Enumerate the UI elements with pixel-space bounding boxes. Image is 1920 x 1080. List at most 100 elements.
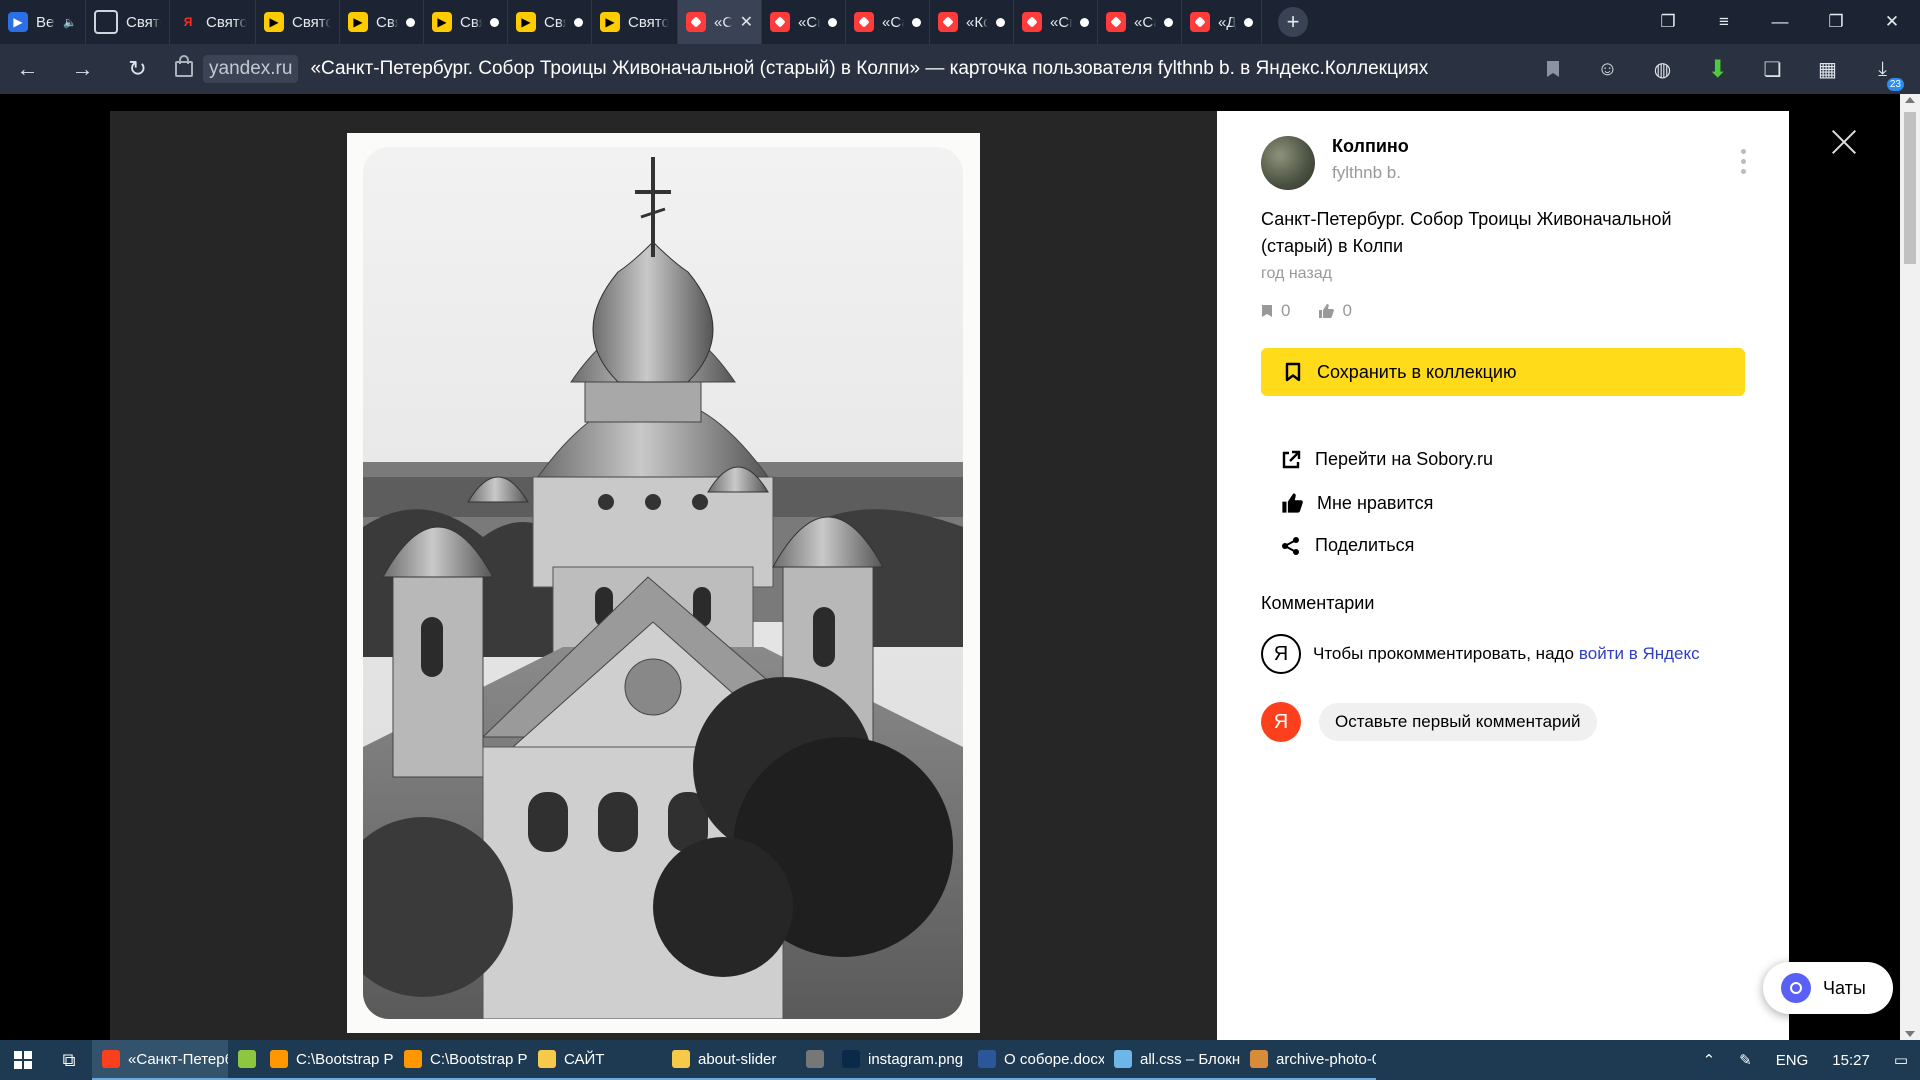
taskbar-app[interactable]: САЙТ xyxy=(528,1040,662,1080)
user-login[interactable]: fylthnb b. xyxy=(1332,163,1401,183)
scroll-up-icon[interactable] xyxy=(1905,97,1915,103)
downloads-badge: 23 xyxy=(1886,77,1904,91)
tab-title: «До xyxy=(1218,13,1236,31)
unread-dot-icon xyxy=(406,17,415,27)
browser-tab[interactable]: ▶ Вег 🔈 xyxy=(0,0,86,44)
taskbar-app[interactable]: C:\Bootstrap Proj... xyxy=(260,1040,394,1080)
collections-red-icon xyxy=(854,12,874,32)
back-button[interactable]: ← xyxy=(0,56,55,82)
bookmark-icon[interactable] xyxy=(1525,60,1580,78)
taskbar-app[interactable]: all.css – Блокнот xyxy=(1104,1040,1240,1080)
calendar-extension-icon[interactable]: ▦ xyxy=(1800,57,1855,82)
minimize-button[interactable]: — xyxy=(1752,12,1808,32)
lock-icon[interactable] xyxy=(175,55,193,77)
browser-tab[interactable]: «Св xyxy=(1014,0,1098,44)
close-tab-icon[interactable]: ✕ xyxy=(740,12,753,32)
goto-source-link[interactable]: Перейти на Sobory.ru xyxy=(1281,449,1493,470)
cathedral-photo[interactable] xyxy=(347,133,980,1033)
browser-tab[interactable]: ▶ Свято- xyxy=(256,0,340,44)
unread-dot-icon xyxy=(912,17,921,27)
menu-icon[interactable]: ≡ xyxy=(1696,12,1752,32)
tab-title: «Са xyxy=(882,13,904,31)
tab-title: Свято- xyxy=(206,13,247,31)
close-window-button[interactable]: ✕ xyxy=(1864,12,1920,32)
browser-tab[interactable]: «Св xyxy=(762,0,846,44)
bookmarks-count: 0 xyxy=(1281,301,1291,320)
taskbar-app-title: instagram.png @... xyxy=(868,1050,968,1068)
collections-icon[interactable]: ❏ xyxy=(1745,57,1800,82)
close-viewer-icon[interactable] xyxy=(1830,128,1858,156)
reload-button[interactable]: ↻ xyxy=(110,56,165,82)
tab-title: Свя xyxy=(376,13,398,31)
likes-stat: 0 xyxy=(1318,301,1352,321)
browser-tab[interactable]: «Са xyxy=(846,0,930,44)
globe-icon[interactable]: ◍ xyxy=(1635,57,1690,82)
save-to-collection-button[interactable]: Сохранить в коллекцию xyxy=(1261,348,1745,396)
tab-title: «Ко xyxy=(966,13,988,31)
address-bar: ← → ↻ yandex.ru «Санкт-Петербург. Собор … xyxy=(0,44,1920,94)
reader-mode-icon[interactable]: ☺ xyxy=(1580,58,1635,81)
calculator-icon xyxy=(806,1050,824,1068)
browser-tab[interactable]: «До xyxy=(1182,0,1262,44)
first-comment-input[interactable]: Оставьте первый комментарий xyxy=(1319,703,1597,741)
browser-tab[interactable]: ▶ Свя xyxy=(508,0,592,44)
task-view-icon[interactable]: ⧉ xyxy=(46,1050,92,1071)
browser-tab[interactable]: «Ко xyxy=(930,0,1014,44)
thumbs-up-icon xyxy=(1319,304,1335,318)
collections-red-icon xyxy=(938,12,958,32)
taskbar-app[interactable]: О соборе.docx - ... xyxy=(968,1040,1104,1080)
clock[interactable]: 15:27 xyxy=(1832,1052,1870,1069)
browser-tab[interactable]: Свято- xyxy=(86,0,170,44)
browser-tab[interactable]: «Са ✕ xyxy=(678,0,762,44)
browser-tab[interactable]: Я Свято- xyxy=(170,0,256,44)
login-link[interactable]: войти в Яндекс xyxy=(1579,644,1700,664)
more-options-icon[interactable] xyxy=(1741,149,1746,179)
like-button[interactable]: Мне нравится xyxy=(1281,492,1433,514)
share-button[interactable]: Поделиться xyxy=(1281,535,1414,556)
tray-chevron-icon[interactable]: ⌃ xyxy=(1703,1051,1716,1069)
sublime-icon xyxy=(404,1050,422,1068)
taskbar-app[interactable] xyxy=(796,1040,832,1080)
restore-button[interactable]: ❐ xyxy=(1808,12,1864,32)
input-language[interactable]: ENG xyxy=(1776,1052,1809,1069)
login-prompt-text: Чтобы прокомментировать, надо xyxy=(1313,644,1574,663)
taskbar-app-title: about-slider xyxy=(698,1050,777,1068)
download-arrow-icon[interactable]: ⬇ xyxy=(1690,55,1745,84)
url-domain[interactable]: yandex.ru xyxy=(203,55,299,83)
browser-tab[interactable]: ▶ Свя xyxy=(340,0,424,44)
taskbar-app[interactable]: archive-photo-04... xyxy=(1240,1040,1376,1080)
chats-button[interactable]: Чаты xyxy=(1763,962,1893,1014)
card-stats: 0 0 xyxy=(1261,301,1380,321)
page-scrollbar[interactable] xyxy=(1900,94,1920,1040)
taskbar-app[interactable] xyxy=(228,1040,260,1080)
chats-label: Чаты xyxy=(1823,977,1866,998)
downloads-icon[interactable]: ⤓ 23 xyxy=(1855,58,1910,91)
taskbar-app[interactable]: C:\Bootstrap Proj... xyxy=(394,1040,528,1080)
taskbar-app-title: САЙТ xyxy=(564,1050,605,1068)
yandex-avatar-icon: Я xyxy=(1261,634,1301,674)
scroll-down-icon[interactable] xyxy=(1905,1031,1915,1037)
taskbar-app[interactable]: «Санкт-Петербу... xyxy=(92,1040,228,1080)
pen-icon[interactable]: ✎ xyxy=(1739,1051,1752,1069)
tabs-panel-icon[interactable]: ❐ xyxy=(1640,12,1696,32)
taskbar-app[interactable]: instagram.png @... xyxy=(832,1040,968,1080)
browser-tab[interactable]: ▶ Свято- xyxy=(592,0,678,44)
new-tab-button[interactable]: + xyxy=(1278,7,1308,37)
notifications-icon[interactable]: ▭ xyxy=(1894,1051,1908,1069)
windows-start-button[interactable] xyxy=(0,1051,46,1069)
browser-tab[interactable]: ▶ Свя xyxy=(424,0,508,44)
audio-icon[interactable]: 🔈 xyxy=(63,16,77,29)
page-title[interactable]: «Санкт-Петербург. Собор Троицы Живоначал… xyxy=(310,58,1428,80)
folder-icon xyxy=(672,1050,690,1068)
notepad-plus-icon xyxy=(238,1050,256,1068)
user-avatar[interactable] xyxy=(1261,136,1315,190)
scroll-thumb[interactable] xyxy=(1904,112,1916,264)
forward-button[interactable]: → xyxy=(55,56,110,82)
tab-title: «Св xyxy=(798,13,820,31)
chat-bubble-icon xyxy=(1781,973,1811,1003)
tab-title: «Св xyxy=(1050,13,1072,31)
browser-tab[interactable]: «Са xyxy=(1098,0,1182,44)
board-name[interactable]: Колпино xyxy=(1332,136,1409,157)
taskbar-app[interactable]: about-slider xyxy=(662,1040,796,1080)
taskbar-app-title: «Санкт-Петербу... xyxy=(128,1050,228,1068)
